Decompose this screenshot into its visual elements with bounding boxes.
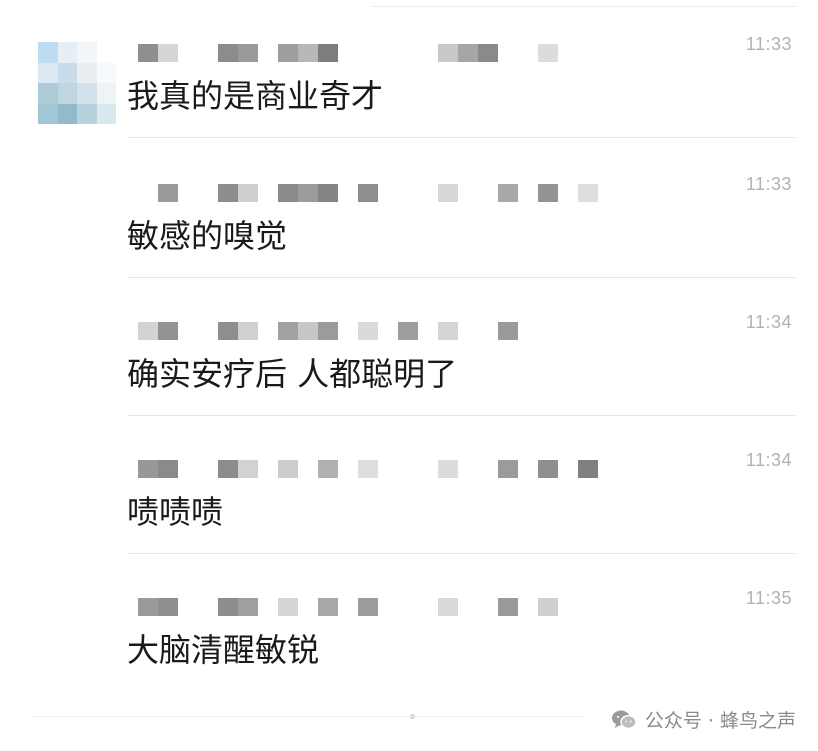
mosaic-block [318,44,338,62]
mosaic-block [218,460,238,478]
mosaic-block [278,184,298,202]
wechat-icon [611,709,637,731]
bottom-divider [32,716,582,717]
timestamp: 11:34 [745,312,792,332]
comment-item[interactable]: 11:34 确实安疗后 人都聪明了 [0,278,818,416]
mosaic-block [278,598,298,616]
mosaic-block [538,598,558,616]
comment-text: 确实安疗后 人都聪明了 [127,355,458,393]
username-redacted[interactable] [138,322,568,340]
timestamp: 11:34 [745,450,792,470]
mosaic-block [298,322,318,340]
username-redacted[interactable] [138,184,598,202]
mosaic-block [158,322,178,340]
comment-feed: 11:33 我真的是商业奇才 11:33 敏感的嗅觉 11:34 确实安疗后 人都聪明了 1… [0,0,818,751]
mosaic-block [278,322,298,340]
comment-divider [127,137,796,138]
comment-item[interactable]: 11:35 大脑清醒敏锐 [0,554,818,692]
comment-item[interactable]: 11:33 我真的是商业奇才 [0,0,818,138]
username-redacted[interactable] [138,44,568,62]
mosaic-block [238,598,258,616]
comment-item[interactable]: 11:34 啧啧啧 [0,416,818,554]
mosaic-block [498,322,518,340]
mosaic-block [318,322,338,340]
mosaic-block [238,322,258,340]
timestamp: 11:33 [745,34,792,54]
mosaic-block [278,44,298,62]
timestamp: 11:35 [745,588,792,608]
mosaic-block [498,184,518,202]
mosaic-block [218,598,238,616]
mosaic-block [238,184,258,202]
mosaic-block [138,44,158,62]
mosaic-block [578,184,598,202]
mosaic-block [318,184,338,202]
mosaic-block [218,44,238,62]
mosaic-block [318,460,338,478]
mosaic-block [538,184,558,202]
mosaic-block [238,44,258,62]
mosaic-block [158,460,178,478]
mosaic-block [458,44,478,62]
mosaic-block [218,322,238,340]
mosaic-block [158,184,178,202]
comment-item[interactable]: 11:33 敏感的嗅觉 [0,140,818,278]
mosaic-block [138,460,158,478]
mosaic-block [498,598,518,616]
mosaic-block [238,460,258,478]
mosaic-block [358,184,378,202]
comment-text: 大脑清醒敏锐 [127,631,320,669]
avatar[interactable] [38,42,116,124]
mosaic-block [318,598,338,616]
mosaic-block [438,598,458,616]
timestamp: 11:33 [745,174,792,194]
mosaic-block [438,184,458,202]
mosaic-block [398,322,418,340]
mosaic-block [358,598,378,616]
comment-text: 我真的是商业奇才 [127,77,384,115]
mosaic-block [298,44,318,62]
mosaic-block [138,322,158,340]
mosaic-block [498,460,518,478]
mosaic-block [158,598,178,616]
mosaic-block [278,460,298,478]
watermark-text: 公众号 · 蜂鸟之声 [644,710,796,732]
mosaic-block [158,44,178,62]
mosaic-block [358,322,378,340]
comment-text: 敏感的嗅觉 [127,217,288,255]
mosaic-block [538,460,558,478]
mosaic-block [298,184,318,202]
comment-text: 啧啧啧 [127,493,224,531]
mosaic-block [438,322,458,340]
mosaic-block [438,44,458,62]
mosaic-block [358,460,378,478]
mosaic-block [438,460,458,478]
mosaic-block [478,44,498,62]
mosaic-block [218,184,238,202]
username-redacted[interactable] [138,460,598,478]
mosaic-block [578,460,598,478]
username-redacted[interactable] [138,598,568,616]
mosaic-block [138,598,158,616]
watermark: 公众号 · 蜂鸟之声 [611,706,796,733]
mosaic-block [538,44,558,62]
